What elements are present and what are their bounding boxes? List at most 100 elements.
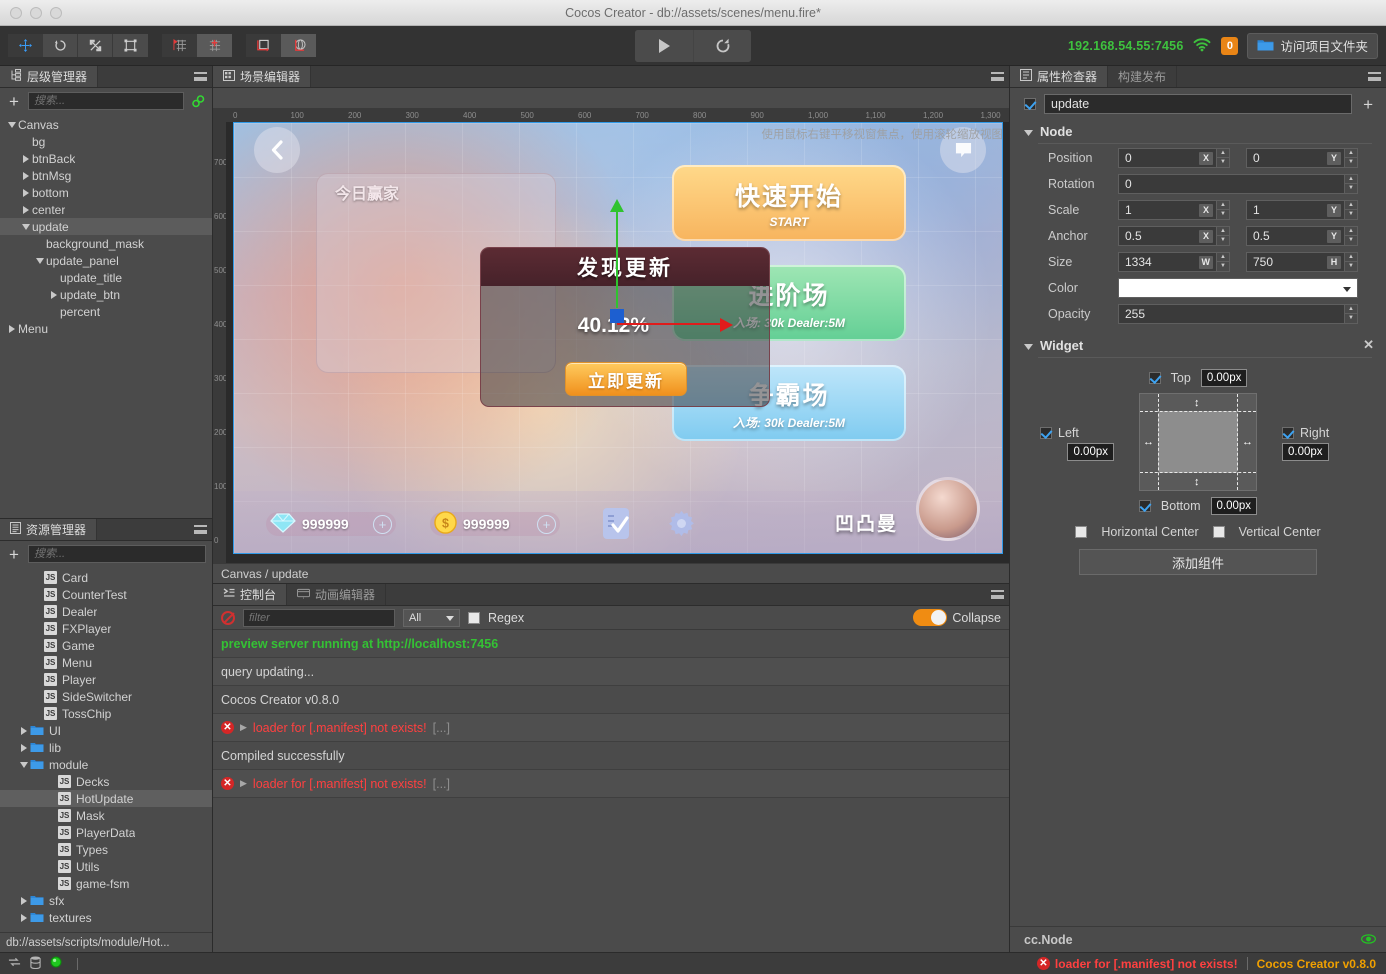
tab-hierarchy[interactable]: 层级管理器 bbox=[0, 66, 98, 87]
node-name-input[interactable] bbox=[1044, 94, 1352, 114]
position-y-field[interactable]: 0 Y ▲▼ bbox=[1246, 148, 1358, 168]
rotate-tool-button[interactable] bbox=[43, 34, 78, 57]
database-icon[interactable] bbox=[30, 956, 41, 972]
expand-arrow-icon[interactable] bbox=[18, 762, 30, 768]
hierarchy-node-btnmsg[interactable]: btnMsg bbox=[0, 167, 212, 184]
grid-snap-tool-button[interactable] bbox=[162, 34, 197, 57]
asset-item-playerdata[interactable]: JSPlayerData bbox=[0, 824, 212, 841]
asset-item-mask[interactable]: JSMask bbox=[0, 807, 212, 824]
tab-console[interactable]: 控制台 bbox=[213, 584, 287, 605]
game-back-button[interactable] bbox=[254, 127, 300, 173]
add-component-button[interactable]: 添加组件 bbox=[1079, 549, 1317, 575]
asset-item-player[interactable]: JSPlayer bbox=[0, 671, 212, 688]
asset-item-decks[interactable]: JSDecks bbox=[0, 773, 212, 790]
gear-icon[interactable] bbox=[666, 508, 697, 542]
asset-item-game-fsm[interactable]: JSgame-fsm bbox=[0, 875, 212, 892]
asset-item-textures[interactable]: textures bbox=[0, 909, 212, 926]
expand-arrow-icon[interactable] bbox=[18, 744, 30, 752]
widget-bottom-checkbox[interactable] bbox=[1139, 500, 1151, 512]
size-width-stepper[interactable]: ▲▼ bbox=[1216, 253, 1229, 271]
tab-assets[interactable]: 资源管理器 bbox=[0, 519, 97, 540]
expand-arrow-icon[interactable] bbox=[18, 727, 30, 735]
asset-item-tosschip[interactable]: JSTossChip bbox=[0, 705, 212, 722]
visibility-eye-icon[interactable] bbox=[1361, 933, 1376, 947]
scale-y-field[interactable]: 1 Y ▲▼ bbox=[1246, 200, 1358, 220]
console-level-select[interactable]: All bbox=[403, 609, 460, 627]
expand-arrow-icon[interactable] bbox=[34, 258, 46, 264]
widget-top-checkbox[interactable] bbox=[1149, 372, 1161, 384]
expand-arrow-icon[interactable] bbox=[20, 206, 32, 214]
asset-item-sfx[interactable]: sfx bbox=[0, 892, 212, 909]
tab-scene-editor[interactable]: 场景编辑器 bbox=[213, 66, 311, 87]
expand-arrow-icon[interactable] bbox=[48, 291, 60, 299]
scale-tool-button[interactable] bbox=[78, 34, 113, 57]
asset-item-sideswitcher[interactable]: JSSideSwitcher bbox=[0, 688, 212, 705]
tab-build-publish[interactable]: 构建发布 bbox=[1108, 66, 1177, 87]
add-coin-button[interactable]: + bbox=[537, 515, 556, 534]
coin-currency-pill[interactable]: $ 999999 + bbox=[430, 512, 560, 536]
asset-item-lib[interactable]: lib bbox=[0, 739, 212, 756]
add-node-button[interactable]: + bbox=[6, 93, 22, 110]
tab-animation-editor[interactable]: 动画编辑器 bbox=[287, 584, 386, 605]
asset-item-dealer[interactable]: JSDealer bbox=[0, 603, 212, 620]
pivot-tool-button[interactable] bbox=[246, 34, 281, 57]
asset-item-card[interactable]: JSCard bbox=[0, 569, 212, 586]
asset-item-fxplayer[interactable]: JSFXPlayer bbox=[0, 620, 212, 637]
hierarchy-node-update-title[interactable]: update_title bbox=[0, 269, 212, 286]
tab-inspector[interactable]: 属性检查器 bbox=[1010, 66, 1108, 87]
connected-devices-badge[interactable]: 0 bbox=[1221, 37, 1238, 55]
console-log-row[interactable]: query updating... bbox=[213, 658, 1009, 686]
open-project-folder-button[interactable]: 访问项目文件夹 bbox=[1247, 33, 1378, 59]
console-log-row[interactable]: ✕▶loader for [.manifest] not exists![...… bbox=[213, 770, 1009, 798]
node-enabled-checkbox[interactable] bbox=[1024, 98, 1036, 110]
hierarchy-tree[interactable]: CanvasbgbtnBackbtnMsgbottomcenterupdateb… bbox=[0, 114, 212, 518]
gizmo-x-axis[interactable] bbox=[617, 323, 721, 325]
rotation-field[interactable]: 0 ▲▼ bbox=[1118, 174, 1358, 194]
scale-x-field[interactable]: 1 X ▲▼ bbox=[1118, 200, 1230, 220]
gizmo-x-arrow[interactable] bbox=[720, 318, 733, 332]
link-sync-icon[interactable] bbox=[190, 95, 206, 108]
grid-align-tool-button[interactable] bbox=[197, 34, 232, 57]
expand-arrow-icon[interactable]: ▶ bbox=[240, 722, 247, 733]
hierarchy-node-update-btn[interactable]: update_btn bbox=[0, 286, 212, 303]
gizmo-y-axis[interactable] bbox=[616, 208, 618, 308]
widget-bottom-value[interactable]: 0.00px bbox=[1211, 497, 1258, 515]
regex-checkbox[interactable] bbox=[468, 612, 480, 624]
clear-console-button[interactable] bbox=[221, 611, 235, 625]
move-tool-button[interactable] bbox=[8, 34, 43, 57]
scale-y-stepper[interactable]: ▲▼ bbox=[1344, 201, 1357, 219]
position-x-stepper[interactable]: ▲▼ bbox=[1216, 149, 1229, 167]
rect-transform-tool-button[interactable] bbox=[113, 34, 148, 57]
hierarchy-node-center[interactable]: center bbox=[0, 201, 212, 218]
sync-icon[interactable] bbox=[8, 956, 21, 971]
expand-arrow-icon[interactable] bbox=[6, 325, 18, 333]
expand-arrow-icon[interactable] bbox=[20, 224, 32, 230]
scene-viewport[interactable]: 01002003004005006007008009001,0001,1001,… bbox=[213, 109, 1009, 563]
console-log-row[interactable]: Compiled successfully bbox=[213, 742, 1009, 770]
hierarchy-node-btnback[interactable]: btnBack bbox=[0, 150, 212, 167]
hierarchy-node-background-mask[interactable]: background_mask bbox=[0, 235, 212, 252]
status-error-message[interactable]: ✕ loader for [.manifest] not exists! bbox=[1037, 957, 1238, 971]
color-swatch[interactable] bbox=[1118, 278, 1358, 298]
size-height-field[interactable]: 750 H ▲▼ bbox=[1246, 252, 1358, 272]
console-log-row[interactable]: Cocos Creator v0.8.0 bbox=[213, 686, 1009, 714]
task-checklist-icon[interactable] bbox=[602, 507, 630, 543]
position-x-field[interactable]: 0 X ▲▼ bbox=[1118, 148, 1230, 168]
opacity-field[interactable]: 255 ▲▼ bbox=[1118, 304, 1358, 324]
add-diamond-button[interactable]: + bbox=[373, 515, 392, 534]
game-canvas[interactable]: 今日赢家 快速开始 START 进阶场 入场: 30k Dealer:5M bbox=[233, 122, 1003, 554]
asset-item-types[interactable]: JSTypes bbox=[0, 841, 212, 858]
console-log-list[interactable]: preview server running at http://localho… bbox=[213, 630, 1009, 952]
widget-right-value[interactable]: 0.00px bbox=[1282, 443, 1329, 461]
asset-item-game[interactable]: JSGame bbox=[0, 637, 212, 654]
assets-search-input[interactable] bbox=[28, 545, 206, 563]
asset-item-countertest[interactable]: JSCounterTest bbox=[0, 586, 212, 603]
expand-arrow-icon[interactable] bbox=[6, 122, 18, 128]
hierarchy-node-bg[interactable]: bg bbox=[0, 133, 212, 150]
widget-left-value[interactable]: 0.00px bbox=[1067, 443, 1114, 461]
node-section-header[interactable]: Node bbox=[1010, 120, 1386, 143]
anchor-y-stepper[interactable]: ▲▼ bbox=[1344, 227, 1357, 245]
inspector-menu-button[interactable] bbox=[1362, 66, 1386, 87]
console-log-row[interactable]: ✕▶loader for [.manifest] not exists![...… bbox=[213, 714, 1009, 742]
scale-x-stepper[interactable]: ▲▼ bbox=[1216, 201, 1229, 219]
